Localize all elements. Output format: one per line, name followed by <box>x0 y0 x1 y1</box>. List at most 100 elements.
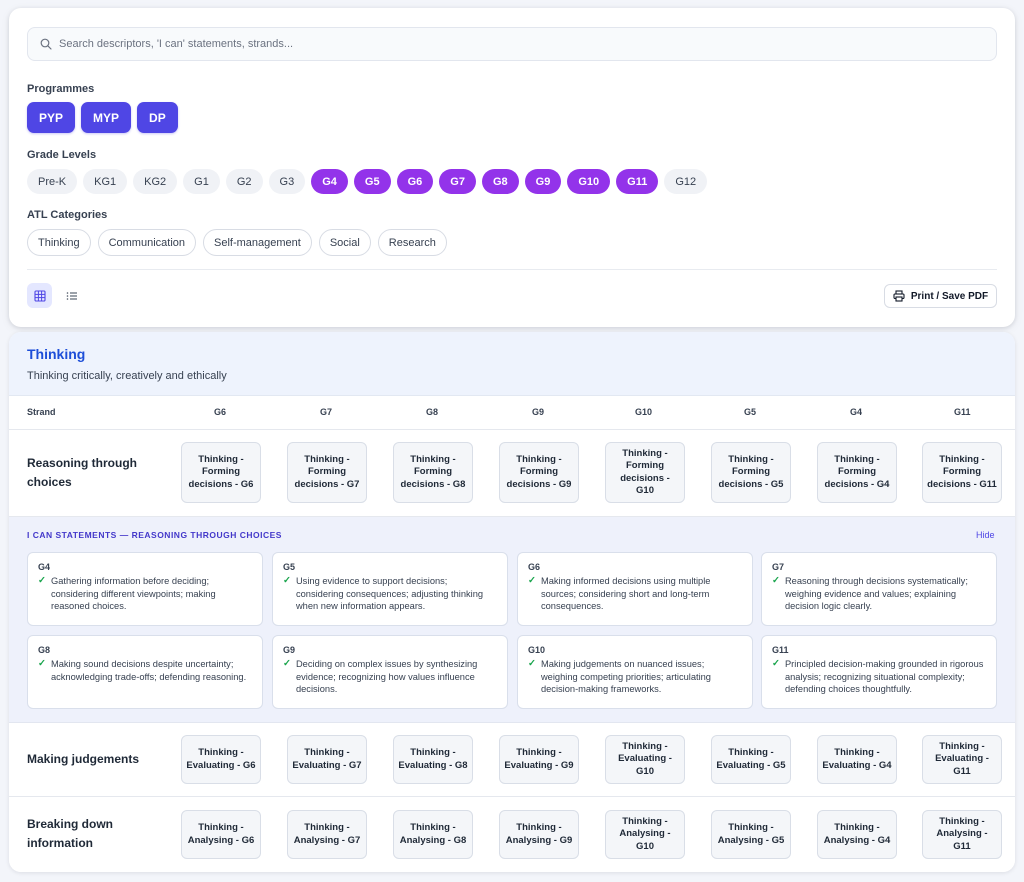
programme-buttons: PYP MYP DP <box>27 102 178 133</box>
atl-category-table: Thinking Thinking critically, creatively… <box>9 332 1015 872</box>
grade-pill-g1[interactable]: G1 <box>183 169 220 194</box>
descriptor-cell[interactable]: Thinking - Forming decisions - G11 <box>922 442 1002 503</box>
i-can-grade: G7 <box>772 562 785 572</box>
i-can-card: G10 ✓ Making judgements on nuanced issues… <box>517 635 753 709</box>
grade-pill-g10[interactable]: G10 <box>567 169 611 194</box>
i-can-card: G9 ✓ Deciding on complex issues by synthe… <box>272 635 508 709</box>
programme-button-dp[interactable]: DP <box>137 102 178 133</box>
column-header: G4 <box>850 407 863 417</box>
descriptor-cell[interactable]: Thinking - Evaluating - G4 <box>817 735 897 784</box>
atl-pill-communication[interactable]: Communication <box>97 229 196 256</box>
atl-pill-research[interactable]: Research <box>377 229 447 256</box>
descriptor-cell[interactable]: Thinking - Forming decisions - G4 <box>817 442 897 503</box>
grade-pill-g8[interactable]: G8 <box>481 169 519 194</box>
table-row: Making judgements Thinking - Evaluating … <box>9 723 1015 797</box>
table-row: Reasoning through choices Thinking - For… <box>9 430 1015 517</box>
grade-pill-g12[interactable]: G12 <box>664 169 708 194</box>
print-save-pdf-button[interactable]: Print / Save PDF <box>884 284 997 308</box>
check-icon: ✓ <box>283 575 291 586</box>
i-can-card: G5 ✓ Using evidence to support decisions;… <box>272 552 508 626</box>
grade-pill-prek[interactable]: Pre-K <box>27 169 78 194</box>
grade-pill-g9[interactable]: G9 <box>524 169 562 194</box>
i-can-text: Making informed decisions using multiple… <box>540 576 711 611</box>
descriptor-cell[interactable]: Thinking - Analysing - G10 <box>605 810 685 859</box>
list-view-button[interactable] <box>59 283 84 308</box>
descriptor-cell[interactable]: Thinking - Analysing - G7 <box>287 810 367 859</box>
descriptor-cell[interactable]: Thinking - Analysing - G6 <box>181 810 261 859</box>
column-header: G7 <box>320 407 333 417</box>
descriptor-cell[interactable]: Thinking - Evaluating - G11 <box>922 735 1002 784</box>
descriptor-cell[interactable]: Thinking - Forming decisions - G9 <box>499 442 579 503</box>
grade-level-pills: Pre-K KG1 KG2 G1 G2 G3 G4 G5 G6 G7 G8 G9… <box>27 169 708 194</box>
check-icon: ✓ <box>283 658 291 669</box>
filter-panel: Programmes PYP MYP DP Grade Levels Pre-K… <box>9 8 1015 327</box>
column-header: G6 <box>214 407 227 417</box>
descriptor-cell[interactable]: Thinking - Evaluating - G9 <box>499 735 579 784</box>
grid-icon <box>33 289 46 302</box>
grid-view-button[interactable] <box>27 283 52 308</box>
grade-pill-g7[interactable]: G7 <box>439 169 476 194</box>
i-can-text: Gathering information before deciding; c… <box>50 576 216 611</box>
descriptor-cell[interactable]: Thinking - Analysing - G11 <box>922 810 1002 859</box>
programme-button-myp[interactable]: MYP <box>81 102 132 133</box>
strand-column-header: Strand <box>27 407 56 417</box>
i-can-statements-title: I CAN STATEMENTS — REASONING THROUGH CHO… <box>27 530 282 540</box>
i-can-grade: G4 <box>38 562 51 572</box>
i-can-grade: G5 <box>283 562 296 572</box>
descriptor-cell[interactable]: Thinking - Evaluating - G7 <box>287 735 367 784</box>
atl-pill-social[interactable]: Social <box>318 229 371 256</box>
grade-pill-kg1[interactable]: KG1 <box>83 169 128 194</box>
hide-link[interactable]: Hide <box>976 530 995 540</box>
descriptor-cell[interactable]: Thinking - Evaluating - G8 <box>393 735 473 784</box>
descriptor-cell[interactable]: Thinking - Analysing - G9 <box>499 810 579 859</box>
descriptor-cell[interactable]: Thinking - Evaluating - G5 <box>711 735 791 784</box>
strand-name[interactable]: Reasoning through choices <box>27 454 157 492</box>
divider <box>27 269 997 270</box>
descriptor-cell[interactable]: Thinking - Forming decisions - G8 <box>393 442 473 503</box>
grade-pill-g11[interactable]: G11 <box>616 169 659 194</box>
search-bar[interactable] <box>27 27 997 61</box>
descriptor-cell[interactable]: Thinking - Forming decisions - G6 <box>181 442 261 503</box>
i-can-text: Making sound decisions despite uncertain… <box>50 659 247 682</box>
table-row: Breaking down information Thinking - Ana… <box>9 797 1015 872</box>
programmes-label: Programmes <box>27 83 95 95</box>
search-input[interactable] <box>59 38 996 50</box>
column-header: G8 <box>426 407 439 417</box>
i-can-card: G6 ✓ Making informed decisions using mult… <box>517 552 753 626</box>
i-can-text: Principled decision-making grounded in r… <box>784 659 984 694</box>
column-header: G9 <box>532 407 545 417</box>
list-icon <box>66 290 78 302</box>
grade-pill-g4[interactable]: G4 <box>311 169 348 194</box>
check-icon: ✓ <box>528 575 536 586</box>
i-can-text: Using evidence to support decisions; con… <box>295 576 484 611</box>
grade-pill-g5[interactable]: G5 <box>353 169 391 194</box>
check-icon: ✓ <box>772 575 780 586</box>
grade-pill-g2[interactable]: G2 <box>225 169 263 194</box>
grade-pill-kg2[interactable]: KG2 <box>133 169 178 194</box>
descriptor-cell[interactable]: Thinking - Forming decisions - G10 <box>605 442 685 503</box>
i-can-card: G7 ✓ Reasoning through decisions systemat… <box>761 552 997 626</box>
grade-pill-g6[interactable]: G6 <box>396 169 434 194</box>
grade-pill-g3[interactable]: G3 <box>268 169 306 194</box>
programme-button-pyp[interactable]: PYP <box>27 102 76 133</box>
descriptor-cell[interactable]: Thinking - Evaluating - G6 <box>181 735 261 784</box>
descriptor-cell[interactable]: Thinking - Forming decisions - G5 <box>711 442 791 503</box>
i-can-grade: G10 <box>528 645 546 655</box>
descriptor-cell[interactable]: Thinking - Analysing - G8 <box>393 810 473 859</box>
strand-name[interactable]: Breaking down information <box>27 815 147 853</box>
column-header: G10 <box>635 407 653 417</box>
descriptor-cell[interactable]: Thinking - Forming decisions - G7 <box>287 442 367 503</box>
i-can-grade: G9 <box>283 645 296 655</box>
atl-pill-self-management[interactable]: Self-management <box>203 229 312 256</box>
descriptor-cell[interactable]: Thinking - Evaluating - G10 <box>605 735 685 784</box>
descriptor-cell[interactable]: Thinking - Analysing - G5 <box>711 810 791 859</box>
atl-category-pills: Thinking Communication Self-management S… <box>27 229 447 256</box>
strand-name[interactable]: Making judgements <box>27 750 167 769</box>
descriptor-cell[interactable]: Thinking - Analysing - G4 <box>817 810 897 859</box>
i-can-grade: G8 <box>38 645 51 655</box>
check-icon: ✓ <box>528 658 536 669</box>
atl-pill-thinking[interactable]: Thinking <box>27 229 91 256</box>
category-description: Thinking critically, creatively and ethi… <box>27 370 227 382</box>
i-can-grade: G11 <box>772 645 789 655</box>
atl-categories-label: ATL Categories <box>27 209 108 221</box>
